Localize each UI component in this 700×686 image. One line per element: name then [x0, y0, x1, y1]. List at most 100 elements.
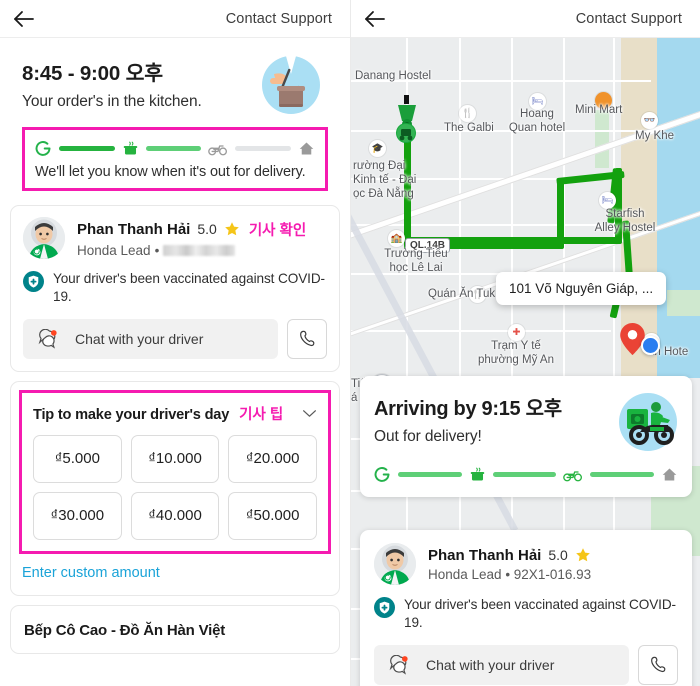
viewpoint-poi-icon: 👓	[641, 112, 658, 129]
tip-amount-button[interactable]: ₫5.000	[33, 434, 122, 483]
left-header: Contact Support	[0, 0, 350, 38]
vaccination-notice: Your driver's been vaccinated against CO…	[53, 271, 325, 305]
delivery-scooter-icon	[619, 393, 677, 451]
tip-amount-grid: ₫5.000 ₫10.000 ₫20.000 ₫30.000 ₫40.000 ₫…	[33, 434, 317, 540]
back-button[interactable]	[351, 0, 399, 38]
merchant-card[interactable]: Bếp Cô Cao - Đồ Ăn Hàn Việt	[10, 604, 340, 654]
tip-amount-button[interactable]: ₫40.000	[130, 491, 220, 540]
status-message: Your order's in the kitchen.	[22, 93, 202, 110]
contact-support-link[interactable]: Contact Support	[226, 11, 332, 27]
driver-rating: 5.0	[197, 221, 217, 237]
progress-tracker	[35, 140, 315, 157]
driver-name: Phan Thanh Hải	[77, 220, 191, 238]
progress-segment-3	[235, 146, 292, 151]
tip-amount-button[interactable]: ₫50.000	[228, 491, 317, 540]
chat-bubble-icon	[389, 654, 408, 675]
driver-name: Phan Thanh Hải	[428, 546, 542, 564]
driver-card: Phan Thanh Hải 5.0 기사 확인 Honda Lead • Yo…	[10, 205, 340, 372]
app-root: Contact Support 8:45 - 9:00 오후 Your orde…	[0, 0, 700, 686]
school-poi-icon: 🎓	[369, 140, 386, 157]
arrow-left-icon	[365, 10, 385, 27]
cooking-pot-icon	[261, 55, 321, 115]
home-icon	[661, 466, 678, 483]
left-panel-order-tracking: Contact Support 8:45 - 9:00 오후 Your orde…	[0, 0, 350, 686]
destination-address-bubble[interactable]: 101 Võ Nguyên Giáp, ...	[496, 272, 667, 305]
driver-vehicle: Honda Lead	[77, 242, 151, 258]
arriving-card: Arriving by 9:15 오후 Out for delivery!	[360, 376, 692, 497]
vaccination-notice: Your driver's been vaccinated against CO…	[404, 597, 676, 631]
map-label: My Khe	[635, 130, 674, 142]
driver-scooter-marker-icon	[396, 123, 416, 143]
map-label: Trường Tiểu học Lê Lai	[384, 248, 448, 274]
driver-plate-redacted	[163, 244, 236, 256]
grab-logo-icon	[374, 466, 391, 483]
arriving-title: Arriving by 9:15 오후	[374, 398, 562, 420]
contact-support-link[interactable]: Contact Support	[576, 11, 682, 27]
tip-amount-button[interactable]: ₫20.000	[228, 434, 317, 483]
map-label: rường Đại Kinh tế - Đại ọc Đà Nẵng	[353, 160, 417, 200]
map-label: Quán Ăn Tuk	[428, 288, 496, 300]
driver-avatar	[23, 217, 65, 259]
progress-segment-3	[590, 472, 655, 477]
shield-plus-icon	[23, 271, 44, 292]
restaurant-poi-icon: 🍴	[459, 105, 476, 122]
merchant-name: Bếp Cô Cao - Đồ Ăn Hàn Việt	[24, 621, 226, 639]
driver-verified-kr-tag: 기사 확인	[248, 222, 307, 239]
hospital-poi-icon: ✚	[508, 324, 525, 341]
star-icon	[576, 548, 590, 562]
chat-label: Chat with your driver	[426, 656, 555, 673]
chat-with-driver-button[interactable]: Chat with your driver	[374, 644, 629, 685]
tip-kr-tag: 기사 팁	[239, 406, 284, 423]
enter-custom-amount-link[interactable]: Enter custom amount	[19, 554, 331, 587]
scooter-icon	[563, 466, 583, 483]
map-label: Starfish Alley Hostel	[594, 208, 656, 234]
phone-icon	[299, 330, 314, 347]
arrow-left-icon	[14, 10, 34, 27]
map-label: Danang Hostel	[355, 70, 432, 82]
progress-note: We'll let you know when it's out for del…	[35, 164, 306, 180]
tip-card: Tip to make your driver's day 기사 팁 ₫5.00…	[10, 380, 340, 596]
order-status-section: 8:45 - 9:00 오후 Your order's in the kitch…	[10, 38, 340, 191]
eta-time: 8:45 - 9:00 오후	[22, 62, 163, 85]
progress-segment-1	[398, 472, 462, 477]
delivery-progress-highlight: We'll let you know when it's out for del…	[22, 127, 328, 191]
map-label: Mini Mart	[575, 104, 623, 116]
tip-amount-button[interactable]: ₫10.000	[130, 434, 220, 483]
map-label: Trạm Y tế phường Mỹ An	[478, 340, 554, 366]
driver-card: Phan Thanh Hải 5.0 Honda Lead • 92X1-016…	[360, 530, 692, 686]
delivery-map[interactable]: QL.14B 🍴 🛏 👓 🎓 🛏 🏫 🍴 ✚ ℹ 🛏 🛏 Danang Host…	[351, 38, 700, 686]
call-driver-button[interactable]	[638, 644, 678, 685]
map-label: The Galbi	[444, 122, 494, 134]
right-panel-map-tracking: Contact Support QL.14B 🍴 🛏 👓 🎓 🛏 🏫 🍴 ✚ D…	[350, 0, 700, 686]
blue-dot-icon	[641, 336, 660, 355]
map-label: Hoang Quan hotel	[508, 108, 566, 134]
call-driver-button[interactable]	[287, 318, 327, 359]
star-icon	[225, 222, 239, 236]
chat-label: Chat with your driver	[75, 330, 204, 347]
back-button[interactable]	[0, 0, 48, 38]
right-header: Contact Support	[351, 0, 700, 38]
scooter-icon	[208, 140, 228, 157]
left-scroll-content: 8:45 - 9:00 오후 Your order's in the kitch…	[0, 38, 350, 686]
chat-with-driver-button[interactable]: Chat with your driver	[23, 318, 278, 359]
driver-avatar	[374, 543, 416, 585]
tip-highlight-box: Tip to make your driver's day 기사 팁 ₫5.00…	[19, 389, 331, 554]
progress-tracker	[374, 466, 678, 483]
kitchen-pot-icon	[122, 140, 139, 157]
home-icon	[298, 140, 315, 157]
grab-logo-icon	[35, 140, 52, 157]
kitchen-pot-icon	[469, 466, 486, 483]
tip-amount-button[interactable]: ₫30.000	[33, 491, 122, 540]
progress-segment-2	[492, 472, 557, 477]
school-poi-icon: 🏫	[388, 230, 405, 247]
arriving-subtitle: Out for delivery!	[374, 428, 482, 445]
tip-title: Tip to make your driver's day	[33, 406, 230, 423]
driver-rating: 5.0	[548, 547, 568, 563]
progress-segment-2	[145, 146, 202, 151]
driver-vehicle-plate: Honda Lead • 92X1-016.93	[428, 566, 592, 582]
chat-bubble-icon	[38, 328, 57, 349]
progress-segment-1	[59, 146, 115, 151]
shield-plus-icon	[374, 597, 395, 618]
vehicle-separator: •	[154, 242, 160, 258]
chevron-down-icon[interactable]	[302, 409, 317, 418]
